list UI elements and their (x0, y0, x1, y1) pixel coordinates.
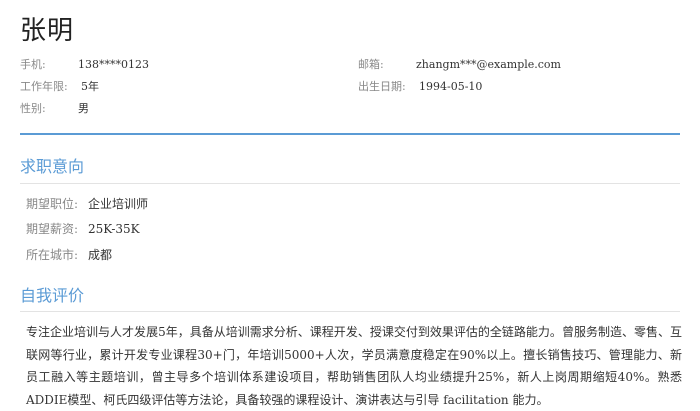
job-intent-title: 求职意向 (20, 157, 85, 176)
candidate-name: 张明 (20, 16, 75, 46)
salary-value: 25K-35K (88, 222, 140, 236)
job-intent-divider (20, 183, 680, 184)
gender-value: 男 (78, 102, 89, 115)
phone-label: 手机: (20, 58, 46, 71)
birth-value: 1994-05-10 (419, 80, 483, 93)
email-row: 邮箱: zhangm***@example.com (358, 56, 561, 74)
email-label: 邮箱: (358, 58, 384, 71)
salary-label: 期望薪资: (26, 222, 79, 236)
birth-row: 出生日期: 1994-05-10 (358, 78, 482, 96)
header-divider (20, 133, 680, 135)
experience-value: 5年 (81, 80, 99, 93)
email-value: zhangm***@example.com (416, 58, 561, 71)
resume-page: 张明 手机: 138****0123 邮箱: zhangm***@example.c… (20, 0, 682, 407)
self-eval-title: 自我评价 (20, 286, 85, 305)
city-value: 成都 (88, 248, 113, 262)
phone-value: 138****0123 (78, 58, 149, 71)
salary-row: 期望薪资: 25K-35K (26, 220, 140, 238)
experience-row: 工作年限: 5年 (20, 78, 99, 96)
position-row: 期望职位: 企业培训师 (26, 195, 148, 213)
city-row: 所在城市: 成都 (26, 246, 112, 264)
city-label: 所在城市: (26, 248, 79, 262)
experience-label: 工作年限: (20, 80, 68, 93)
self-eval-divider (20, 311, 680, 312)
birth-label: 出生日期: (358, 80, 406, 93)
gender-row: 性别: 男 (20, 100, 89, 118)
phone-row: 手机: 138****0123 (20, 56, 149, 74)
self-eval-text: 专注企业培训与人才发展5年，具备从培训需求分析、课程开发、授课交付到效果评估的全… (26, 325, 682, 407)
position-value: 企业培训师 (88, 197, 149, 211)
position-label: 期望职位: (26, 197, 79, 211)
gender-label: 性别: (20, 102, 46, 115)
